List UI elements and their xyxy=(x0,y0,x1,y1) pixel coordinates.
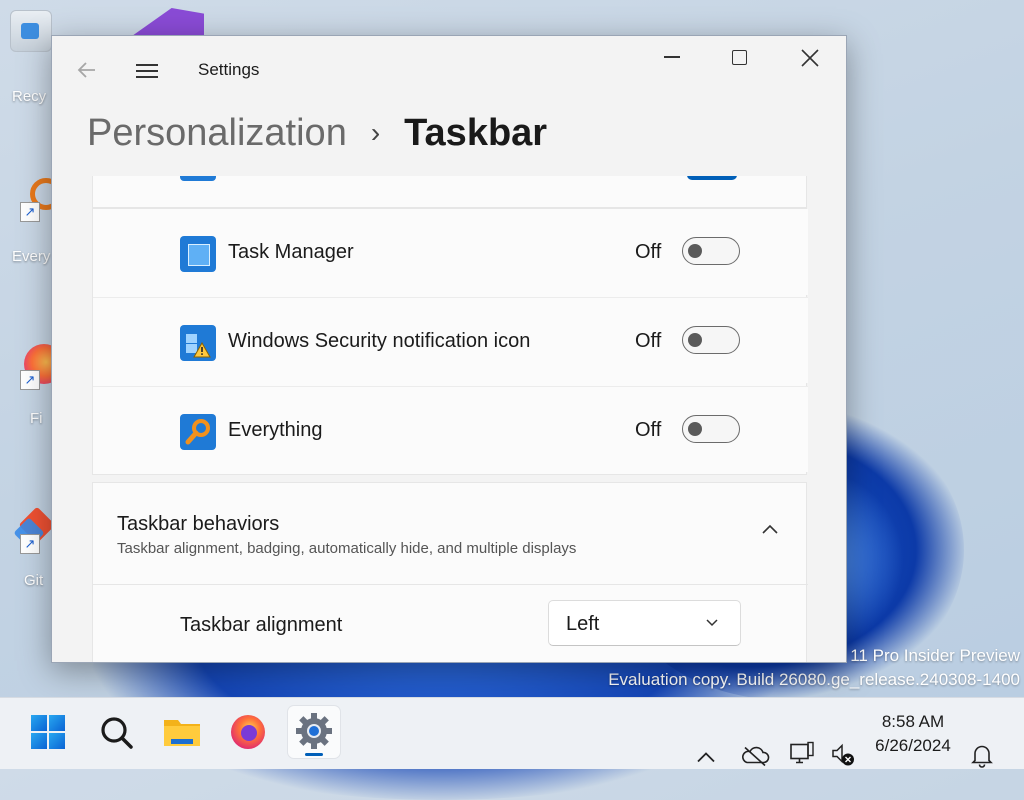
settings-icon xyxy=(296,713,332,749)
settings-content[interactable]: Task Manager Off Windows Security notifi… xyxy=(52,176,846,662)
clock-date: 6/26/2024 xyxy=(875,736,951,755)
network-icon[interactable] xyxy=(788,719,816,790)
taskbar-alignment-label: Taskbar alignment xyxy=(180,614,343,636)
desktop-icon-label: Every xyxy=(12,248,51,265)
maximize-button[interactable] xyxy=(716,46,762,76)
visual-studio-icon[interactable] xyxy=(132,8,204,36)
list-item-partial xyxy=(92,176,807,208)
start-icon xyxy=(31,715,65,749)
breadcrumb: Personalization › Taskbar xyxy=(87,109,547,157)
show-hidden-icons-chevron-icon[interactable] xyxy=(694,722,718,793)
windows-security-toggle[interactable] xyxy=(682,326,740,354)
file-explorer-icon xyxy=(164,720,200,746)
window-title: Settings xyxy=(198,60,260,79)
section-title: Taskbar behaviors xyxy=(117,513,280,535)
toggle-state: Off xyxy=(635,419,662,441)
taskbar-behaviors-section: Taskbar behaviors Taskbar alignment, bad… xyxy=(92,482,808,662)
desktop-icon-label: Fi xyxy=(30,410,43,427)
search-button[interactable] xyxy=(90,706,142,758)
list-item-windows-security[interactable]: Windows Security notification icon Off xyxy=(93,297,808,383)
breadcrumb-parent[interactable]: Personalization xyxy=(87,112,347,154)
settings-taskbar-button[interactable] xyxy=(288,706,340,758)
toggle-state: Off xyxy=(635,330,662,352)
tray-icon-name: Task Manager xyxy=(228,241,354,263)
search-icon xyxy=(101,717,133,749)
notification-bell-icon[interactable] xyxy=(970,720,994,791)
everything-icon xyxy=(180,414,216,450)
task-manager-icon xyxy=(180,236,216,272)
breadcrumb-separator: › xyxy=(370,117,381,148)
dropdown-value: Left xyxy=(566,613,600,635)
firefox-icon xyxy=(231,715,265,749)
toggle-partial[interactable] xyxy=(687,176,737,180)
section-subtitle: Taskbar alignment, badging, automaticall… xyxy=(117,540,577,557)
back-arrow-icon[interactable] xyxy=(76,59,98,81)
windows-security-icon xyxy=(180,325,216,361)
hamburger-menu-icon[interactable] xyxy=(136,60,158,80)
clock-time: 8:58 AM xyxy=(881,712,945,731)
git-icon: ↗ xyxy=(10,506,56,554)
taskbar-alignment-dropdown[interactable]: Left xyxy=(548,600,741,646)
tray-icon-name: Windows Security notification icon xyxy=(228,330,531,352)
toggle-state: Off xyxy=(635,241,662,263)
chevron-down-icon xyxy=(706,619,718,627)
onedrive-icon[interactable] xyxy=(740,720,770,791)
other-tray-icons-card: Task Manager Off Windows Security notifi… xyxy=(92,208,808,475)
watermark-build: Evaluation copy. Build 26080.ge_release.… xyxy=(608,670,1020,689)
watermark-edition: 11 Pro Insider Preview xyxy=(850,646,1020,665)
minimize-button[interactable] xyxy=(648,46,694,76)
close-button[interactable] xyxy=(786,46,832,76)
tray-icon-name: Everything xyxy=(228,419,323,441)
desktop-icon-label: Recy xyxy=(12,88,47,105)
taskbar-behaviors-header[interactable]: Taskbar behaviors Taskbar alignment, bad… xyxy=(93,483,808,584)
everything-icon: ↗ xyxy=(10,176,62,222)
chevron-up-icon[interactable] xyxy=(761,523,779,535)
title-bar[interactable]: Settings xyxy=(52,36,846,108)
list-item-task-manager[interactable]: Task Manager Off xyxy=(93,209,808,295)
desktop-icon-label: Git xyxy=(24,572,44,589)
app-icon xyxy=(180,176,216,181)
volume-muted-icon[interactable] xyxy=(830,719,856,790)
settings-window: Settings Personalization › Taskbar Task Ma… xyxy=(51,35,847,663)
task-manager-toggle[interactable] xyxy=(682,237,740,265)
everything-toggle[interactable] xyxy=(682,415,740,443)
file-explorer-button[interactable] xyxy=(156,706,208,758)
taskbar: 8:58 AM 6/26/2024 xyxy=(0,697,1024,769)
recycle-bin-icon xyxy=(10,10,52,52)
active-indicator xyxy=(305,753,323,756)
page-title: Taskbar xyxy=(404,112,548,154)
start-button[interactable] xyxy=(22,706,74,758)
clock[interactable]: 8:58 AM 6/26/2024 xyxy=(868,710,958,758)
firefox-button[interactable] xyxy=(222,706,274,758)
close-icon xyxy=(801,49,819,67)
list-item-everything[interactable]: Everything Off xyxy=(93,386,808,472)
divider xyxy=(93,584,808,585)
